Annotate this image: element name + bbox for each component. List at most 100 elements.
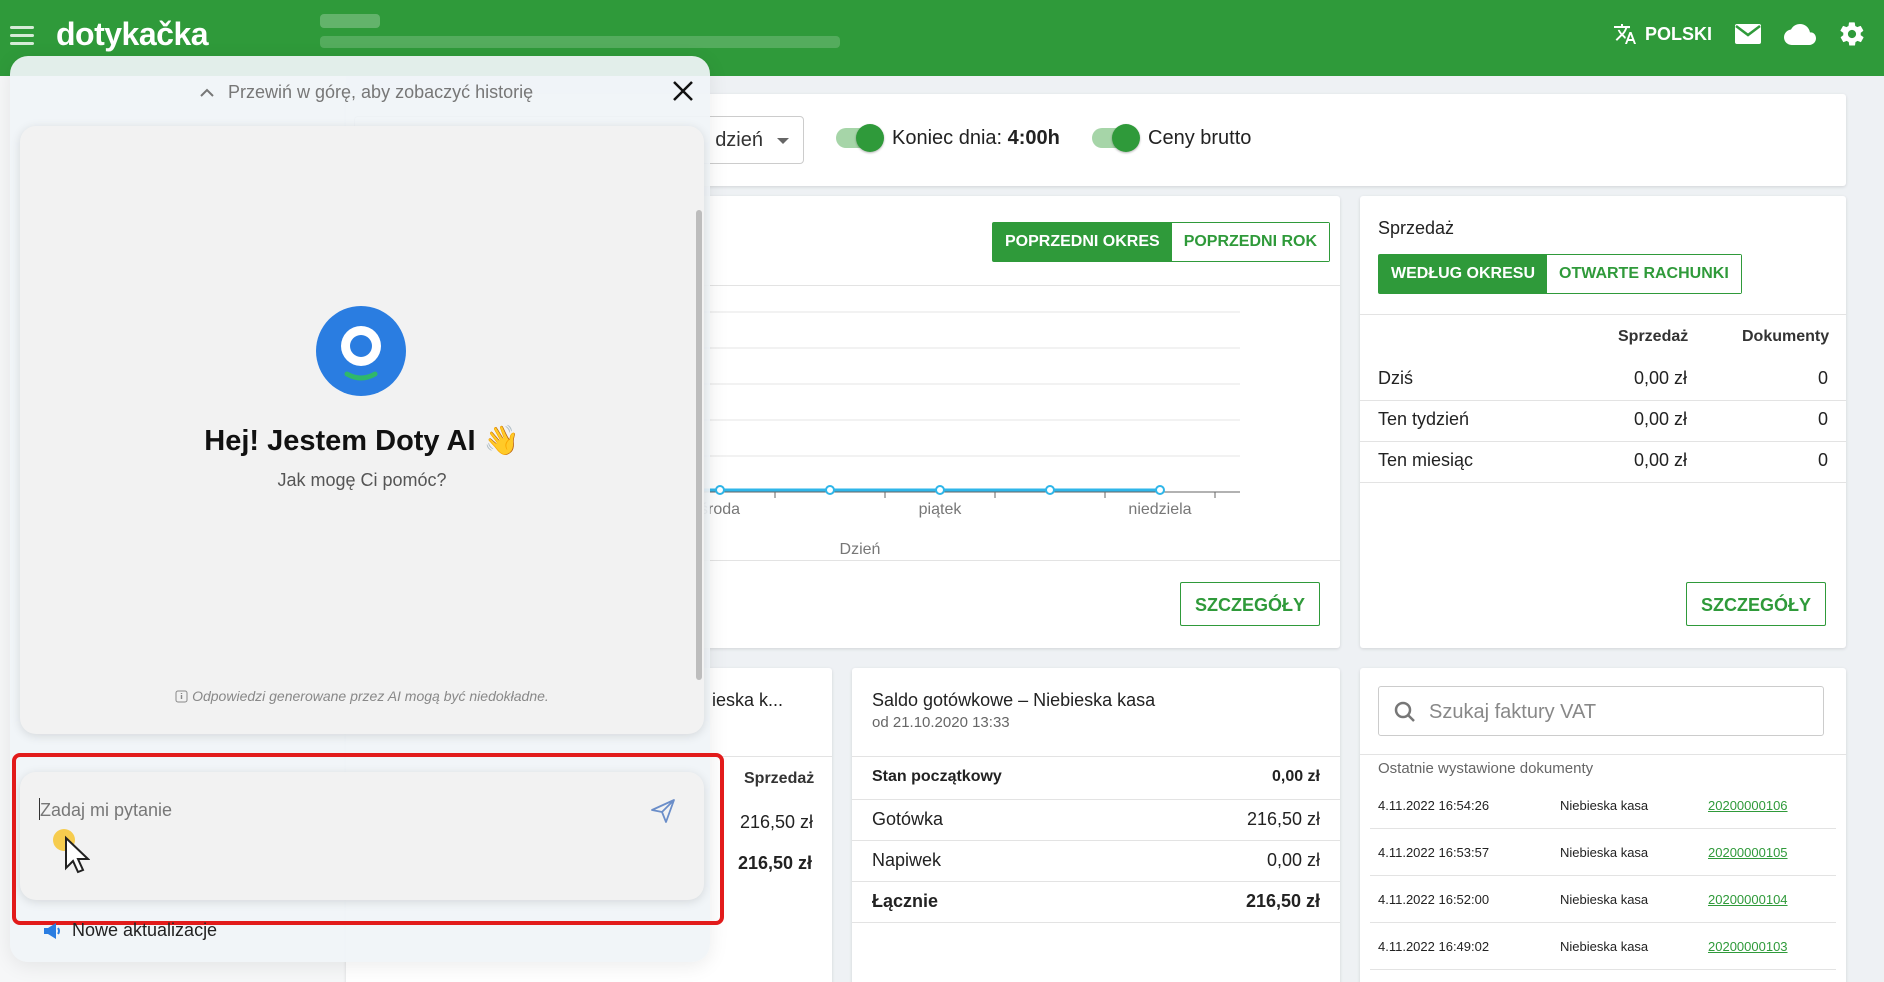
tab-open-bills[interactable]: OTWARTE RACHUNKI (1547, 255, 1741, 293)
mail-icon[interactable] (1734, 23, 1762, 45)
cash-card-title: Saldo gotówkowe – Niebieska kasa (872, 690, 1156, 710)
data-point[interactable] (935, 485, 945, 495)
cash-row-label: Łącznie (872, 891, 939, 911)
table-row-divider (1370, 828, 1836, 829)
register-col-sales: Sprzedaż (744, 770, 815, 787)
day-end-value: 4:00h (1007, 127, 1060, 149)
period-value: dzień (715, 129, 763, 151)
doc-date: 4.11.2022 16:54:26 (1378, 798, 1490, 813)
ai-greeting-subtitle: Jak mogę Ci pomóc? (277, 470, 447, 490)
app-logo: dotykačka (56, 16, 209, 52)
day-end-toggle[interactable] (836, 124, 884, 152)
chart-compare-tabs: POPRZEDNI OKRES POPRZEDNI ROK (992, 222, 1331, 262)
doc-date: 4.11.2022 16:53:57 (1378, 845, 1490, 860)
settings-icon[interactable] (1838, 20, 1866, 48)
cash-divider (852, 756, 1340, 757)
language-selector[interactable]: POLSKI (1613, 22, 1712, 46)
table-row-divider (1370, 969, 1836, 970)
megaphone-icon (44, 922, 60, 939)
close-icon[interactable] (670, 78, 696, 104)
cash-row-label: Stan początkowy (872, 768, 1002, 785)
cash-row-value: 216,50 zł (1245, 891, 1320, 911)
scroll-history-hint[interactable]: Przewiń w górę, aby zobaczyć historię (200, 82, 533, 103)
doc-register: Niebieska kasa (1560, 939, 1649, 954)
col-sales-header: Sprzedaż (1618, 328, 1689, 345)
gross-prices-label: Ceny brutto (1148, 127, 1252, 149)
tab-previous-year[interactable]: POPRZEDNI ROK (1171, 223, 1330, 261)
table-row-divider (1370, 875, 1836, 876)
language-label: POLSKI (1644, 23, 1712, 44)
new-updates-label: Nowe aktualizacje (72, 920, 218, 940)
info-icon (175, 690, 188, 703)
register-row-1: 216,50 zł (740, 812, 814, 832)
chevron-up-icon (200, 88, 214, 97)
doc-register: Niebieska kasa (1560, 798, 1649, 813)
doty-ai-avatar-icon (316, 306, 406, 396)
table-row-divider (1360, 482, 1846, 483)
day-end-label: Koniec dnia: 4:00h (892, 127, 1060, 149)
table-row-divider (852, 881, 1340, 882)
tab-by-period[interactable]: WEDŁUG OKRESU (1379, 255, 1547, 293)
doc-number-link[interactable]: 20200000105 (1708, 845, 1788, 860)
doc-register: Niebieska kasa (1560, 845, 1649, 860)
cash-row-label: Napiwek (872, 850, 942, 870)
doc-register: Niebieska kasa (1560, 892, 1649, 907)
invoice-search-input[interactable]: Szukaj faktury VAT (1378, 686, 1824, 736)
new-updates-link[interactable]: Nowe aktualizacje (42, 920, 217, 941)
ai-disclaimer: Odpowiedzi generowane przez AI mogą być … (0, 688, 724, 704)
sales-row-docs: 0 (1818, 368, 1829, 388)
col-documents-header: Dokumenty (1742, 328, 1830, 345)
table-row-divider (852, 840, 1340, 841)
doc-date: 4.11.2022 16:52:00 (1378, 892, 1490, 907)
sales-row-label: Dziś (1378, 368, 1413, 388)
sales-row-value: 0,00 zł (1634, 368, 1688, 388)
doc-number-link[interactable]: 20200000103 (1708, 939, 1788, 954)
table-row-divider (1360, 400, 1846, 401)
ai-greeting-title: Hej! Jestem Doty AI 👋 (204, 425, 520, 457)
sales-row-value: 0,00 zł (1634, 450, 1688, 470)
menu-icon[interactable] (10, 26, 34, 46)
translate-icon (1613, 24, 1636, 44)
sales-divider (1360, 314, 1846, 315)
sales-row-docs: 0 (1818, 450, 1829, 470)
table-row-divider (1370, 922, 1836, 923)
table-row-divider (852, 922, 1340, 923)
sales-tabs: WEDŁUG OKRESU OTWARTE RACHUNKI (1378, 254, 1742, 294)
cloud-icon[interactable] (1784, 23, 1816, 45)
register-row-2: 216,50 zł (738, 853, 813, 873)
blurred-header-text (320, 14, 840, 54)
data-point[interactable] (1155, 485, 1165, 495)
cash-card-subtitle: od 21.10.2020 13:33 (872, 714, 1010, 731)
sales-row-label: Ten miesiąc (1378, 450, 1474, 470)
table-row-divider (1360, 441, 1846, 442)
input-highlight-frame (12, 753, 724, 925)
chart-details-button[interactable]: SZCZEGÓŁY (1180, 582, 1320, 626)
sales-details-button[interactable]: SZCZEGÓŁY (1686, 582, 1826, 626)
wave-emoji: 👋 (483, 425, 520, 457)
invoices-divider (1360, 754, 1846, 755)
cash-row-value: 216,50 zł (1246, 809, 1320, 829)
sales-row-value: 0,00 zł (1634, 409, 1688, 429)
cash-row-value: 0,00 zł (1271, 768, 1320, 785)
sales-row-docs: 0 (1818, 409, 1829, 429)
data-point[interactable] (825, 485, 835, 495)
cash-row-value: 0,00 zł (1266, 850, 1320, 870)
tab-previous-period[interactable]: POPRZEDNI OKRES (993, 223, 1172, 261)
data-point[interactable] (1045, 485, 1055, 495)
recent-docs-title: Ostatnie wystawione dokumenty (1378, 760, 1594, 777)
table-row-divider (852, 799, 1340, 800)
chart-divider (700, 285, 1340, 286)
search-icon (1394, 701, 1415, 722)
cash-row-label: Gotówka (872, 809, 944, 829)
doc-number-link[interactable]: 20200000104 (1708, 892, 1788, 907)
sales-row-label: Ten tydzień (1378, 409, 1470, 429)
chevron-down-icon (777, 138, 789, 144)
x-axis-label: Dzień (840, 541, 881, 558)
doc-date: 4.11.2022 16:49:02 (1378, 939, 1490, 954)
x-tick-label: niedziela (1128, 501, 1191, 518)
search-placeholder: Szukaj faktury VAT (1429, 701, 1597, 723)
x-tick-label: piątek (919, 501, 963, 518)
gross-prices-toggle[interactable] (1092, 124, 1140, 152)
doc-number-link[interactable]: 20200000106 (1708, 798, 1788, 813)
sales-line-chart: środa piątek niedzielaDzień (700, 311, 1240, 558)
